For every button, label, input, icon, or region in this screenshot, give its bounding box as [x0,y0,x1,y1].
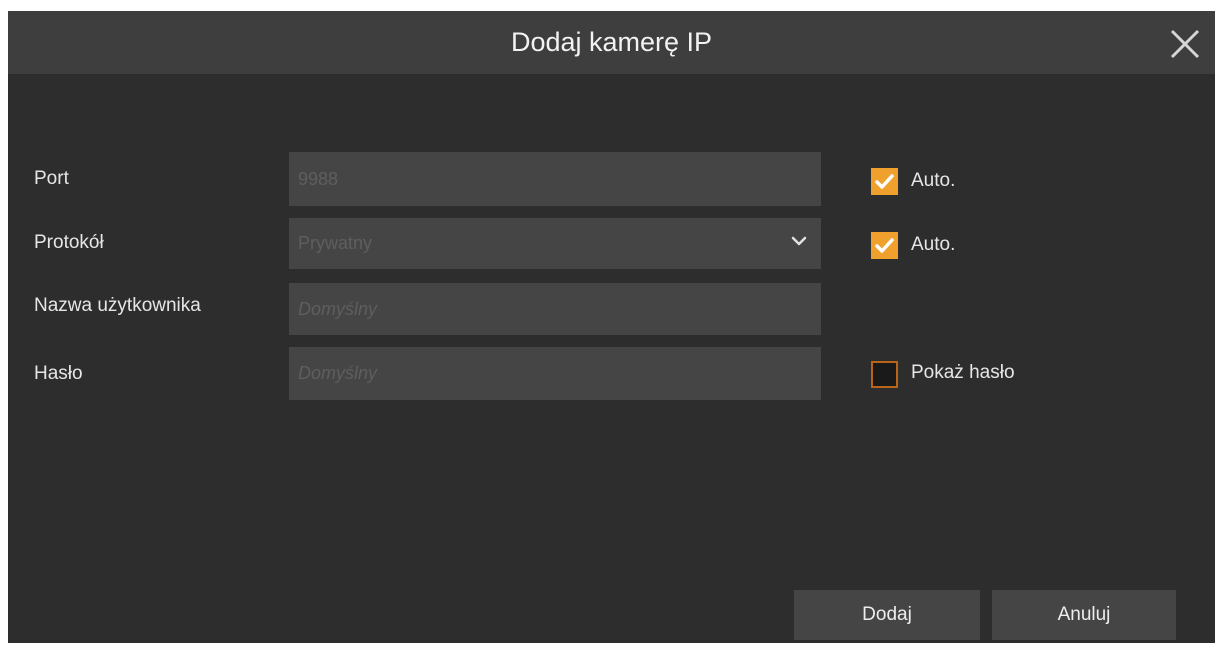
port-auto-label[interactable]: Auto. [911,168,955,194]
check-icon [875,174,894,189]
close-icon [1170,29,1200,59]
show-password-checkbox[interactable] [871,361,898,388]
protocol-select[interactable]: Prywatny [289,218,821,269]
add-ip-camera-dialog: Dodaj kamerę IP Port Auto. Protokół Pryw… [8,11,1215,643]
password-label: Hasło [34,363,83,384]
cancel-button[interactable]: Anuluj [992,590,1176,640]
check-icon [875,238,894,253]
protocol-label: Protokół [34,232,104,253]
protocol-auto-checkbox[interactable] [871,232,898,259]
protocol-auto-label[interactable]: Auto. [911,232,955,258]
port-auto-checkbox[interactable] [871,168,898,195]
close-button[interactable] [1168,27,1202,61]
username-label: Nazwa użytkownika [34,295,201,316]
port-input[interactable] [289,152,821,206]
port-label: Port [34,168,69,189]
port-field[interactable] [289,152,821,206]
password-field[interactable] [289,347,821,400]
username-input[interactable] [289,283,821,335]
show-password-label[interactable]: Pokaż hasło [911,360,1015,386]
dialog-title: Dodaj kamerę IP [510,27,713,57]
add-button[interactable]: Dodaj [794,590,980,640]
chevron-down-icon [791,236,807,246]
dialog-titlebar: Dodaj kamerę IP [8,11,1215,74]
username-field[interactable] [289,283,821,335]
password-input[interactable] [289,347,821,400]
protocol-selected-value: Prywatny [298,233,373,253]
